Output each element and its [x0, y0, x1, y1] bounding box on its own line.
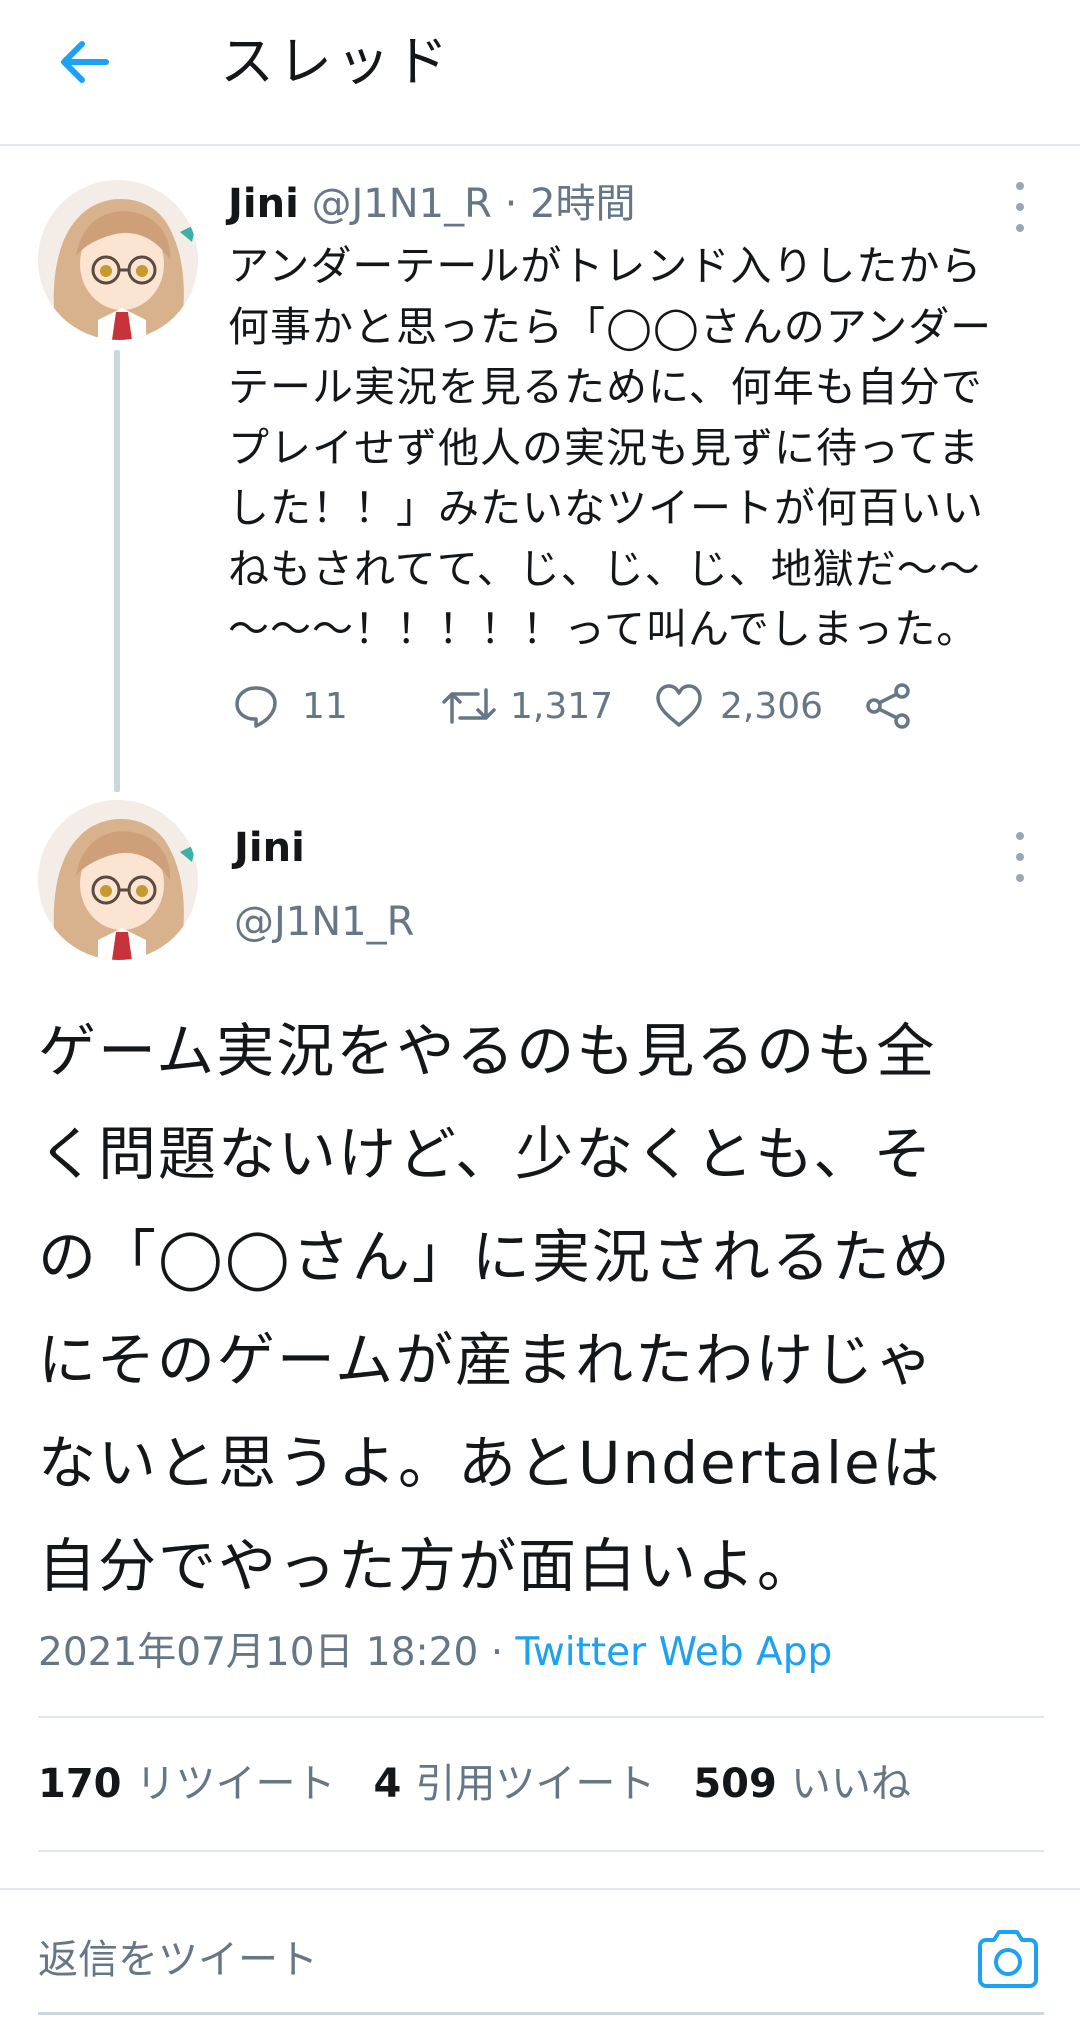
like-label: いいね: [790, 1761, 911, 1807]
separator: ·: [478, 1630, 516, 1675]
retweet-total: 170: [38, 1761, 122, 1807]
thread-connector: [114, 350, 120, 792]
reply-count: 11: [302, 685, 348, 727]
reply-underline: [38, 2012, 1044, 2015]
camera-icon: [978, 1930, 1038, 1988]
camera-button[interactable]: [974, 1928, 1042, 1990]
quote-label: 引用ツイート: [415, 1761, 656, 1807]
author-handle[interactable]: @J1N1_R: [312, 181, 492, 227]
reply-input[interactable]: 返信をツイート: [38, 1934, 318, 1986]
reply-icon: [235, 686, 277, 728]
tweet-actions: 11 1,317 2,306: [228, 676, 948, 736]
tweet-datetime[interactable]: 2021年07月10日 18:20: [38, 1630, 478, 1675]
more-icon[interactable]: [1008, 832, 1032, 882]
author-handle[interactable]: @J1N1_R: [234, 896, 414, 948]
like-total: 509: [693, 1761, 777, 1807]
tweet-text: ゲーム実況をやるのも見るのも全 く問題ないけど、少なくとも、そ の「◯◯さん」に…: [38, 1017, 952, 1600]
reply-bar: 返信をツイート: [0, 1888, 1080, 2034]
author-name[interactable]: Jini: [234, 822, 305, 874]
retweet-count: 1,317: [510, 685, 614, 727]
reply-button[interactable]: 11: [232, 676, 348, 736]
author-name[interactable]: Jini: [228, 181, 299, 227]
quote-total: 4: [373, 1761, 402, 1807]
avatar[interactable]: [38, 180, 198, 340]
top-bar: スレッド: [0, 0, 1080, 146]
tweet-stats: 170 リツイート 4 引用ツイート 509 いいね: [38, 1756, 949, 1812]
likes-stat[interactable]: 509 いいね: [693, 1756, 911, 1812]
like-button[interactable]: 2,306: [654, 676, 823, 736]
retweet-label: リツイート: [135, 1761, 336, 1807]
avatar[interactable]: [38, 800, 198, 960]
divider: [38, 1716, 1044, 1718]
more-icon[interactable]: [1008, 182, 1032, 232]
tweet-text: アンダーテールがトレンド入りしたから 何事かと思ったら「◯◯さんのアンダー テー…: [228, 242, 993, 653]
share-button[interactable]: [864, 676, 914, 736]
quotes-stat[interactable]: 4 引用ツイート: [374, 1756, 656, 1812]
tweet-source-link[interactable]: Twitter Web App: [516, 1630, 833, 1675]
divider: [38, 1850, 1044, 1852]
like-icon: [656, 684, 702, 727]
like-count: 2,306: [720, 685, 824, 727]
back-button[interactable]: [52, 34, 116, 90]
retweet-button[interactable]: 1,317: [442, 676, 613, 736]
tweet-meta: 2021年07月10日 18:20 · Twitter Web App: [38, 1628, 832, 1678]
tweet-header: Jini @J1N1_R · 2時間: [228, 178, 636, 230]
page-title: スレッド: [220, 30, 452, 93]
back-arrow-icon[interactable]: [56, 36, 112, 88]
share-icon: [866, 683, 910, 729]
retweet-icon: [442, 688, 496, 724]
retweets-stat[interactable]: 170 リツイート: [38, 1756, 336, 1812]
tweet-time[interactable]: 2時間: [530, 181, 635, 227]
separator: ·: [491, 181, 531, 227]
